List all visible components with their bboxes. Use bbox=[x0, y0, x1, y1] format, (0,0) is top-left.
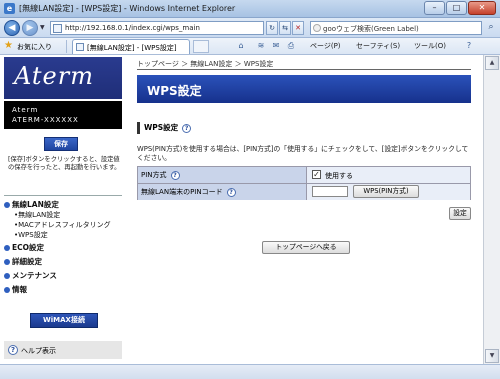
favorites-bar: ★ お気に入り [無線LAN設定] - [WPS設定] ⌂ ≋ ✉ ⎙ ページ(… bbox=[0, 38, 500, 55]
search-placeholder: gooウェブ検索(Green Label) bbox=[323, 25, 419, 33]
favorites-button[interactable]: お気に入り bbox=[17, 42, 52, 52]
main-content: トップページ ＞ 無線LAN設定 ＞ WPS設定 WPS設定 WPS設定? WP… bbox=[137, 57, 471, 362]
window-title: [無線LAN設定] - [WPS設定] - Windows Internet E… bbox=[19, 4, 236, 13]
divider bbox=[306, 167, 307, 199]
device-name: ATERM-XXXXXX bbox=[12, 116, 79, 124]
pin-method-checkbox[interactable]: ✓ bbox=[312, 170, 321, 179]
menu-detail[interactable]: 詳細設定 bbox=[4, 256, 42, 267]
back-button[interactable]: ◀ bbox=[4, 20, 20, 36]
help-icon: ? bbox=[8, 345, 18, 355]
row-pin-code: 無線LAN端末のPINコード? WPS(PIN方式) bbox=[138, 184, 470, 200]
divider bbox=[66, 40, 67, 53]
help-link[interactable]: ? ヘルプ表示 bbox=[4, 341, 122, 359]
pin-method-value: ✓ 使用する bbox=[307, 167, 470, 183]
menu-maintenance[interactable]: メンテナンス bbox=[4, 270, 57, 281]
device-model: Aterm bbox=[12, 106, 39, 114]
breadcrumb: トップページ ＞ 無線LAN設定 ＞ WPS設定 bbox=[137, 60, 274, 68]
bullet-icon bbox=[4, 259, 10, 265]
sidebar: Aterm Aterm ATERM-XXXXXX 保存 [保存]ボタンをクリック… bbox=[4, 57, 122, 362]
browser-tab[interactable]: [無線LAN設定] - [WPS設定] bbox=[72, 39, 190, 54]
page-title-bar: WPS設定 bbox=[137, 75, 471, 103]
submenu-wps[interactable]: •WPS設定 bbox=[14, 230, 48, 240]
pin-method-label: PIN方式? bbox=[138, 167, 306, 183]
divider bbox=[4, 195, 122, 196]
submenu-wireless-lan[interactable]: •無線LAN設定 bbox=[14, 210, 60, 220]
submenu-mac-filter[interactable]: •MACアドレスフィルタリング bbox=[14, 220, 111, 230]
ie-icon: e bbox=[4, 3, 15, 14]
favorites-star-icon[interactable]: ★ bbox=[4, 40, 13, 52]
wps-pin-button[interactable]: WPS(PIN方式) bbox=[353, 185, 419, 198]
bullet-icon bbox=[4, 202, 10, 208]
safety-menu[interactable]: セーフティ(S) bbox=[356, 40, 400, 53]
bullet-icon bbox=[4, 245, 10, 251]
help-icon[interactable]: ? bbox=[182, 123, 192, 133]
bullet-icon bbox=[4, 273, 10, 279]
print-icon[interactable]: ⎙ bbox=[286, 41, 296, 51]
forward-button[interactable]: ▶ bbox=[22, 20, 38, 36]
title-bar: e [無線LAN設定] - [WPS設定] - Windows Internet… bbox=[0, 0, 500, 18]
scroll-down-icon[interactable]: ▼ bbox=[485, 349, 499, 363]
menu-wireless-lan[interactable]: 無線LAN設定 bbox=[4, 199, 59, 210]
mail-icon[interactable]: ✉ bbox=[271, 41, 281, 51]
search-provider-icon bbox=[313, 24, 321, 32]
url-field[interactable]: http://192.168.0.1/index.cgi/wps_main bbox=[50, 21, 264, 35]
page-icon bbox=[76, 43, 84, 51]
maximize-button[interactable]: □ bbox=[446, 1, 467, 15]
wps-form-table: PIN方式? ✓ 使用する 無線LAN端末のPINコード? WPS(PIN方式) bbox=[137, 166, 471, 200]
help-icon[interactable]: ? bbox=[464, 41, 474, 51]
menu-info[interactable]: 情報 bbox=[4, 284, 27, 295]
device-info: Aterm ATERM-XXXXXX bbox=[4, 101, 122, 129]
url-text: http://192.168.0.1/index.cgi/wps_main bbox=[65, 24, 200, 32]
bullet-icon bbox=[4, 287, 10, 293]
tools-menu[interactable]: ツール(O) bbox=[414, 40, 446, 53]
logo-text: Aterm bbox=[14, 62, 94, 90]
page-icon bbox=[53, 24, 62, 33]
home-icon[interactable]: ⌂ bbox=[236, 41, 246, 51]
vertical-scrollbar[interactable]: ▲ ▼ bbox=[483, 55, 500, 364]
settings-button[interactable]: 設定 bbox=[449, 207, 471, 220]
wimax-connect-button[interactable]: WiMAX接続 bbox=[30, 313, 98, 328]
section-title: WPS設定? bbox=[137, 122, 192, 134]
stop-icon[interactable]: ✕ bbox=[292, 21, 304, 35]
description: WPS(PIN方式)を使用する場合は、[PIN方式]の「使用する」にチェックをし… bbox=[137, 145, 469, 162]
page-menu[interactable]: ページ(P) bbox=[310, 40, 341, 53]
minimize-button[interactable]: – bbox=[424, 1, 445, 15]
tab-label: [無線LAN設定] - [WPS設定] bbox=[87, 44, 177, 52]
menu-eco[interactable]: ECO設定 bbox=[4, 242, 44, 253]
back-to-top-button[interactable]: トップページへ戻る bbox=[262, 241, 350, 254]
save-button[interactable]: 保存 bbox=[44, 137, 78, 151]
pin-code-label: 無線LAN端末のPINコード? bbox=[138, 184, 306, 200]
feeds-icon[interactable]: ≋ bbox=[256, 41, 266, 51]
help-icon[interactable]: ? bbox=[170, 170, 180, 180]
page-viewport: Aterm Aterm ATERM-XXXXXX 保存 [保存]ボタンをクリック… bbox=[0, 55, 500, 364]
pin-method-checkbox-label[interactable]: 使用する bbox=[325, 171, 353, 181]
aterm-logo: Aterm bbox=[4, 57, 122, 99]
pin-code-value: WPS(PIN方式) bbox=[307, 184, 470, 200]
address-bar: ◀ ▶ ▼ http://192.168.0.1/index.cgi/wps_m… bbox=[0, 18, 500, 38]
row-pin-method: PIN方式? ✓ 使用する bbox=[138, 167, 470, 183]
close-button[interactable]: ✕ bbox=[468, 1, 496, 15]
pin-code-input[interactable] bbox=[312, 186, 348, 197]
refresh-icon[interactable]: ↻ bbox=[266, 21, 278, 35]
recent-pages-dropdown[interactable]: ▼ bbox=[40, 24, 47, 32]
status-bar bbox=[0, 364, 500, 379]
help-label: ヘルプ表示 bbox=[21, 347, 56, 355]
page-title: WPS設定 bbox=[147, 84, 202, 98]
go-icon[interactable]: ⇆ bbox=[279, 21, 291, 35]
save-note: [保存]ボタンをクリックすると、設定値の保存を行ったと、再起動を行います。 bbox=[8, 156, 121, 171]
search-icon[interactable]: ⌕ bbox=[484, 21, 498, 35]
search-input[interactable]: gooウェブ検索(Green Label) bbox=[310, 21, 482, 35]
help-icon[interactable]: ? bbox=[226, 187, 236, 197]
divider bbox=[137, 69, 471, 70]
new-tab-button[interactable] bbox=[193, 40, 209, 53]
scroll-up-icon[interactable]: ▲ bbox=[485, 56, 499, 70]
